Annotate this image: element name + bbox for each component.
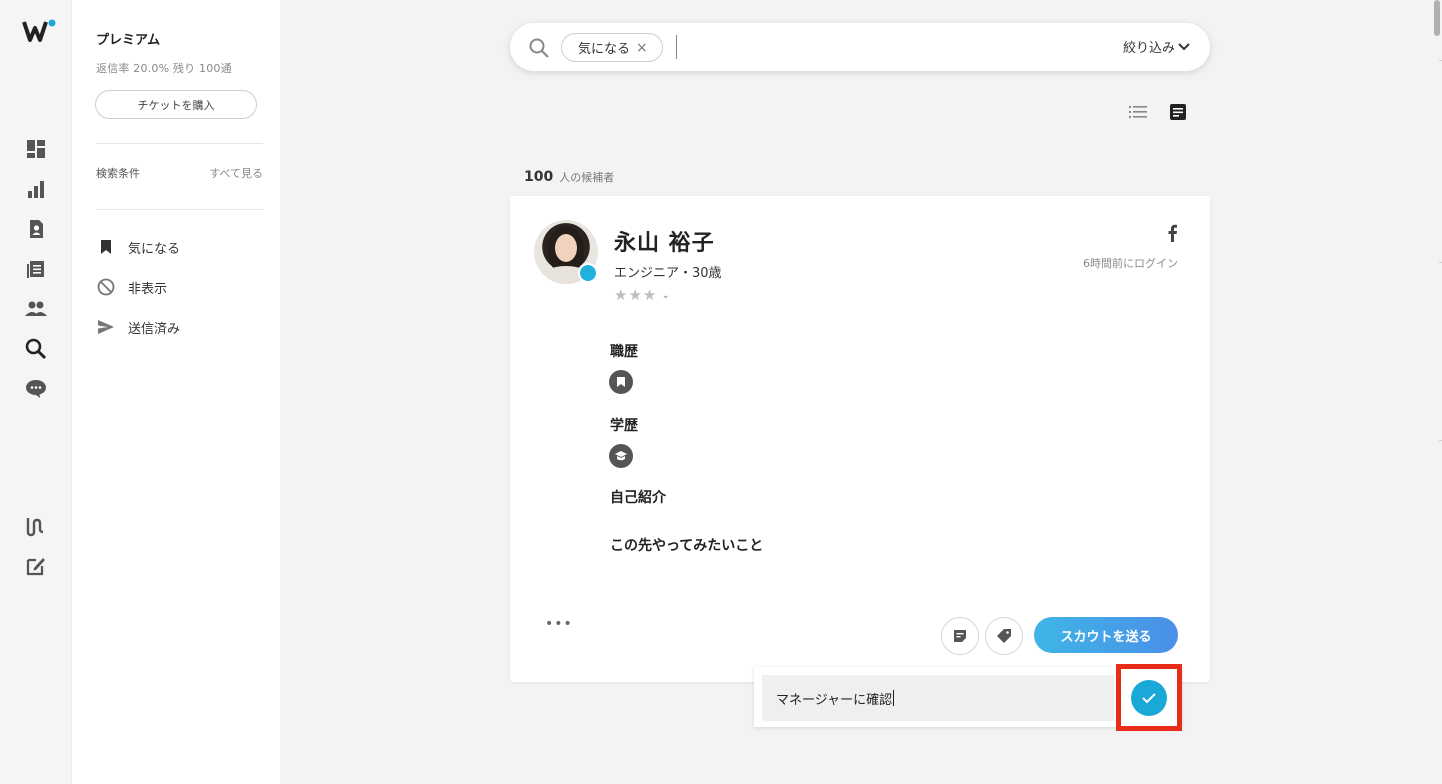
rating-stars[interactable]: ★★★ ⌄ xyxy=(614,286,671,304)
highlight-box xyxy=(1116,664,1182,731)
candidate-subtitle: エンジニア・30歳 xyxy=(614,266,722,281)
facebook-icon[interactable] xyxy=(1166,224,1178,242)
filter-chip-bookmarked: 気になる × xyxy=(561,33,663,62)
dashboard-icon[interactable] xyxy=(24,137,48,161)
search-icon[interactable] xyxy=(24,337,48,361)
candidate-name[interactable]: 永山 裕子 xyxy=(614,225,715,257)
nav-item-sent[interactable]: 送信済み xyxy=(96,316,180,338)
check-icon xyxy=(1142,693,1156,704)
chip-label: 気になる xyxy=(578,42,631,57)
chevron-down-icon xyxy=(1178,42,1190,50)
send-icon xyxy=(96,317,116,337)
nav-item-bookmarked[interactable]: 気になる xyxy=(96,236,180,258)
results-count: 100 人の候補者 xyxy=(524,169,614,185)
compose-icon[interactable] xyxy=(24,554,48,578)
scrollbar[interactable] xyxy=(1432,0,1442,784)
search-icon[interactable] xyxy=(528,37,550,59)
search-conditions-label: 検索条件 xyxy=(96,167,140,180)
people-icon[interactable] xyxy=(24,297,48,321)
section-education-title: 学歴 xyxy=(610,418,638,434)
section-career-title: 職歴 xyxy=(610,344,638,360)
memo-input[interactable]: マネージャーに確認 xyxy=(762,675,1114,721)
search-bar[interactable]: 気になる × 絞り込み xyxy=(510,23,1210,71)
profile-doc-icon[interactable] xyxy=(24,217,48,241)
bookmark-icon xyxy=(96,237,116,257)
rating-value: ★★★ xyxy=(614,286,658,304)
memo-button[interactable] xyxy=(941,617,979,655)
chevron-down-icon[interactable]: ⌄ xyxy=(661,290,670,301)
plan-name: プレミアム xyxy=(96,33,161,48)
nav-item-hidden[interactable]: 非表示 xyxy=(96,276,167,298)
send-scout-button[interactable]: スカウトを送る xyxy=(1034,617,1178,653)
section-intro-title: 自己紹介 xyxy=(610,490,666,506)
wantedly-logo-icon[interactable] xyxy=(22,18,58,46)
tag-icon xyxy=(997,629,1011,643)
divider xyxy=(96,209,263,210)
filter-dropdown[interactable]: 絞り込み xyxy=(1123,37,1190,56)
chat-icon[interactable] xyxy=(24,377,48,401)
plan-info: 返信率 20.0% 残り 100通 xyxy=(96,62,232,75)
analytics-icon[interactable] xyxy=(24,177,48,201)
see-all-link[interactable]: すべて見る xyxy=(209,165,263,181)
icon-rail xyxy=(0,0,72,784)
confirm-button[interactable] xyxy=(1131,680,1167,716)
chip-remove-icon[interactable]: × xyxy=(636,40,648,56)
divider xyxy=(96,143,263,144)
results-count-number: 100 xyxy=(524,169,554,185)
online-status-badge xyxy=(578,263,598,283)
articles-icon[interactable] xyxy=(24,257,48,281)
results-count-suffix: 人の候補者 xyxy=(559,171,615,184)
buy-ticket-button[interactable]: チケットを購入 xyxy=(95,90,257,119)
left-panel: プレミアム 返信率 20.0% 残り 100通 チケットを購入 検索条件 すべて… xyxy=(72,0,280,784)
nav-item-label: 非表示 xyxy=(128,281,168,297)
memo-input-value: マネージャーに確認 xyxy=(776,692,893,708)
career-icon xyxy=(609,370,633,394)
filter-label: 絞り込み xyxy=(1122,41,1175,56)
scrollbar-thumb[interactable] xyxy=(1434,0,1440,36)
last-login: 6時間前にログイン xyxy=(1083,257,1178,270)
text-cursor xyxy=(676,35,677,59)
tag-button[interactable] xyxy=(985,617,1023,655)
nav-item-label: 送信済み xyxy=(128,321,181,337)
more-options-icon[interactable]: ••• xyxy=(545,616,573,632)
graduation-cap-icon xyxy=(609,444,633,468)
hidden-icon xyxy=(96,277,116,297)
wantedly-icon[interactable] xyxy=(24,514,48,538)
candidate-card[interactable]: 永山 裕子 エンジニア・30歳 ★★★ ⌄ 6時間前にログイン 職歴 学歴 自己… xyxy=(510,196,1210,682)
nav-item-label: 気になる xyxy=(128,241,181,257)
memo-icon xyxy=(954,630,966,642)
section-future-title: この先やってみたいこと xyxy=(610,538,764,554)
card-view-icon[interactable] xyxy=(1169,103,1187,121)
list-view-icon[interactable] xyxy=(1128,103,1148,121)
